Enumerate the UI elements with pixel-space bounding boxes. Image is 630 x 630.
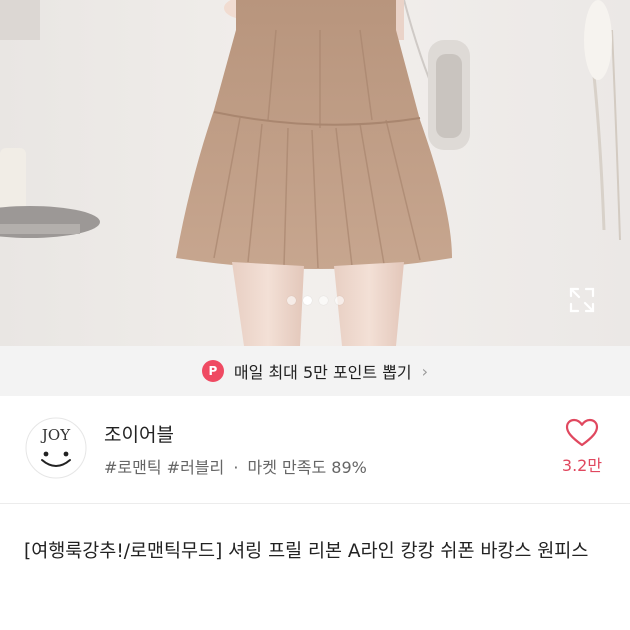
shop-logo-image: JOY — [25, 417, 87, 479]
promo-text: 매일 최대 5만 포인트 뽑기 — [233, 363, 412, 382]
meta-separator: · — [233, 458, 239, 477]
shop-tag[interactable]: #로맨틱 — [104, 458, 162, 477]
shop-meta: #로맨틱 #러블리 · 마켓 만족도 89% — [104, 454, 367, 478]
shop-logo[interactable]: JOY — [24, 416, 88, 480]
shop-name[interactable]: 조이어블 — [104, 420, 174, 447]
point-promo-banner[interactable]: P 매일 최대 5만 포인트 뽑기 › — [0, 346, 630, 396]
product-title: [여행룩강추!/로맨틱무드] 셔링 프릴 리본 A라인 캉캉 쉬폰 바캉스 원피… — [24, 541, 589, 562]
like-button[interactable]: 3.2만 — [556, 418, 608, 476]
product-image-gallery[interactable] — [0, 0, 630, 346]
product-photo — [0, 0, 630, 346]
point-icon: P — [201, 360, 224, 382]
market-satisfaction: 마켓 만족도 89% — [247, 458, 367, 477]
gallery-dot[interactable] — [334, 296, 344, 305]
expand-button[interactable] — [566, 284, 598, 316]
gallery-dot[interactable] — [318, 296, 328, 305]
shop-tag[interactable]: #러블리 — [167, 458, 225, 477]
chevron-right-icon: › — [421, 361, 429, 381]
heart-icon — [565, 418, 599, 447]
gallery-page-indicator — [0, 296, 630, 305]
shop-info: JOY 조이어블 #로맨틱 #러블리 · 마켓 만족도 89% 3.2만 — [0, 396, 630, 504]
like-count: 3.2만 — [561, 456, 603, 475]
gallery-dot-active[interactable] — [302, 296, 312, 305]
svg-text:JOY: JOY — [40, 426, 71, 444]
expand-icon — [569, 287, 595, 313]
gallery-dot[interactable] — [286, 296, 296, 305]
